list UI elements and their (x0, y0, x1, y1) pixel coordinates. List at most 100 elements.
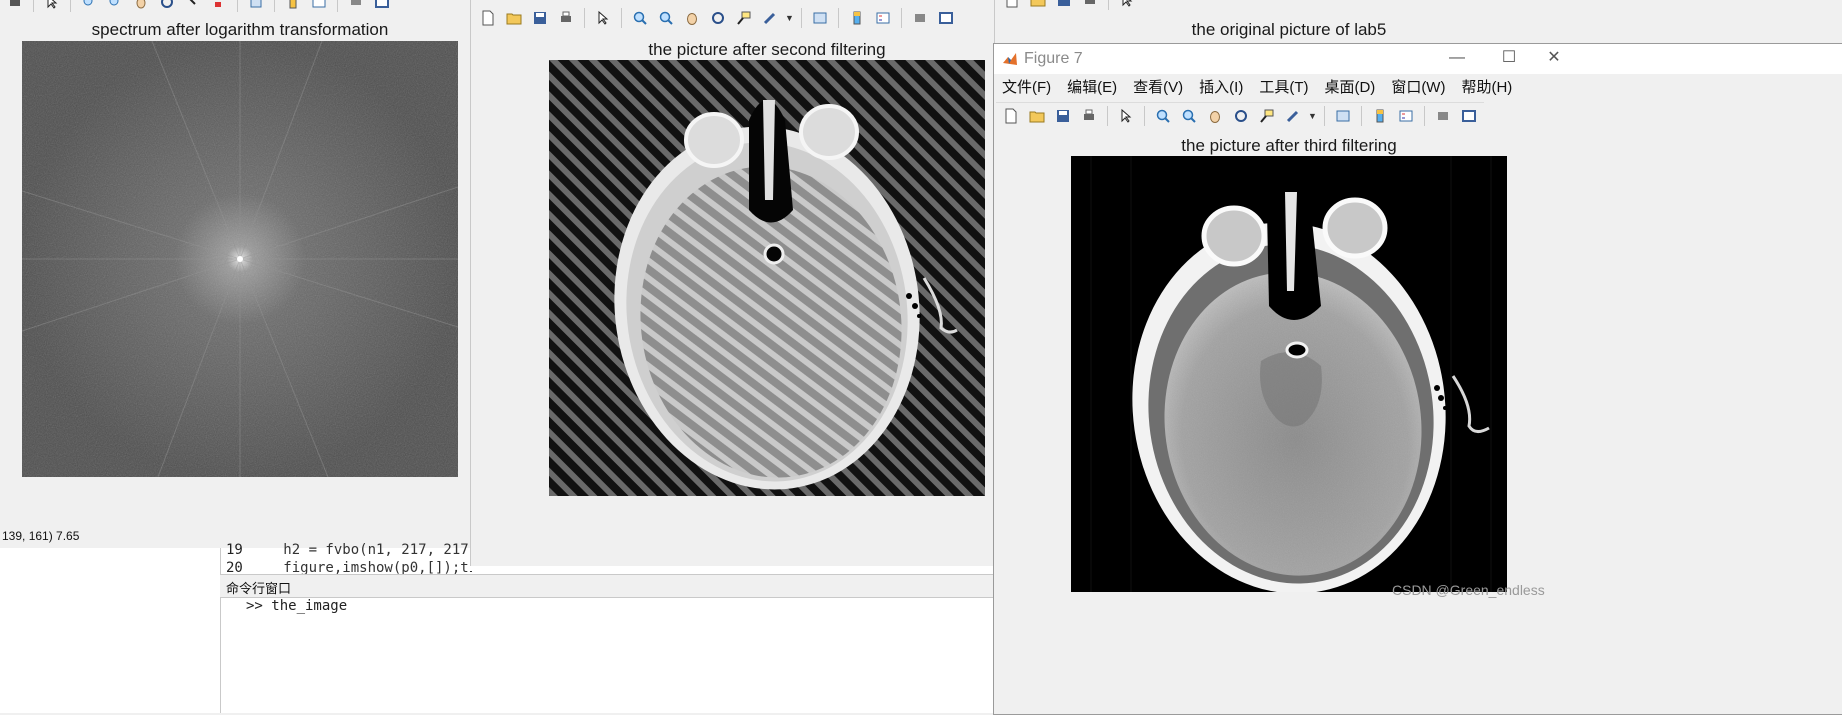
save-icon[interactable] (529, 7, 551, 29)
data-cursor-icon[interactable] (1256, 105, 1278, 127)
data-cursor-icon[interactable] (182, 0, 204, 13)
toolbar-separator (1107, 106, 1108, 126)
brush-icon[interactable] (759, 7, 781, 29)
figure-back-window: the original picture of lab5 (994, 0, 1842, 44)
code-text: h2 = fvbo(n1, 217, 217, 297 (283, 542, 472, 558)
hide-plot-tools-icon[interactable] (909, 7, 931, 29)
pan-hand-icon[interactable] (681, 7, 703, 29)
figure-middle-toolbar: ▼ (473, 6, 961, 30)
new-file-icon[interactable] (1000, 105, 1022, 127)
line-number: 19 (226, 542, 243, 558)
menu-insert[interactable]: 插入(I) (1191, 75, 1251, 101)
toolbar-separator (621, 8, 622, 28)
editor-line-19[interactable]: 19 h2 = fvbo(n1, 217, 217, 297 (222, 542, 472, 560)
toolbar-separator (1360, 106, 1362, 126)
show-plot-tools-icon[interactable] (935, 7, 957, 29)
colorbar-icon[interactable] (282, 0, 304, 13)
menu-desktop[interactable]: 桌面(D) (1316, 75, 1383, 101)
toolbar-separator (1108, 0, 1109, 10)
hide-plot-tools-icon[interactable] (345, 0, 367, 13)
print-icon[interactable] (4, 0, 26, 13)
close-button[interactable]: ✕ (1539, 48, 1569, 68)
menu-tools[interactable]: 工具(T) (1251, 75, 1316, 101)
zoom-in-icon[interactable] (1152, 105, 1174, 127)
menu-view[interactable]: 查看(V) (1125, 75, 1191, 101)
figure-7-titlebar[interactable]: Figure 7 — ☐ ✕ (994, 44, 1842, 74)
zoom-out-icon[interactable] (1178, 105, 1200, 127)
menu-file[interactable]: 文件(F) (994, 75, 1059, 101)
toolbar-separator (237, 0, 238, 12)
print-icon[interactable] (1078, 105, 1100, 127)
hide-plot-tools-icon[interactable] (1432, 105, 1454, 127)
figure-left-toolbar (0, 0, 397, 12)
link-plot-icon[interactable] (245, 0, 267, 13)
save-icon[interactable] (1053, 0, 1075, 11)
toolbar-separator (337, 0, 338, 12)
figure-7-toolbar: ▼ (996, 102, 1484, 129)
toolbar-separator (274, 0, 275, 12)
brush-icon[interactable] (1282, 105, 1304, 127)
toolbar-separator (837, 8, 839, 28)
maximize-button[interactable]: ☐ (1494, 48, 1524, 68)
menu-help[interactable]: 帮助(H) (1453, 75, 1520, 101)
colorbar-icon[interactable] (1369, 105, 1391, 127)
show-plot-tools-icon[interactable] (1458, 105, 1480, 127)
matlab-editor-panel: 19 h2 = fvbo(n1, 217, 217, 297 20 figure… (0, 542, 994, 713)
command-prompt-line[interactable]: >> the_image (246, 598, 347, 614)
colorbar-icon[interactable] (846, 7, 868, 29)
zoom-in-icon[interactable] (78, 0, 100, 13)
spectrum-image[interactable] (22, 41, 458, 477)
zoom-in-icon[interactable] (629, 7, 651, 29)
pointer-icon[interactable] (592, 7, 614, 29)
zoom-out-icon[interactable] (104, 0, 126, 13)
pointer-icon[interactable] (1116, 0, 1138, 11)
menu-window[interactable]: 窗口(W) (1383, 75, 1453, 101)
legend-icon[interactable] (872, 7, 894, 29)
rotate-3d-icon[interactable] (1230, 105, 1252, 127)
toolbar-separator (33, 0, 34, 12)
data-cursor-icon[interactable] (733, 7, 755, 29)
pan-hand-icon[interactable] (1204, 105, 1226, 127)
link-plot-icon[interactable] (1332, 105, 1354, 127)
pointer-icon[interactable] (41, 0, 63, 13)
command-window-header: 命令行窗口 (220, 574, 994, 598)
save-icon[interactable] (1052, 105, 1074, 127)
original-plot-title: the original picture of lab5 (1191, 20, 1387, 39)
open-folder-icon[interactable] (1027, 0, 1049, 11)
print-icon[interactable] (1079, 0, 1101, 11)
pixel-info-status: 139, 161) 7.65 (2, 529, 80, 543)
pointer-icon[interactable] (1115, 105, 1137, 127)
file-browser-pane (0, 548, 221, 713)
show-plot-tools-icon[interactable] (371, 0, 393, 13)
rotate-3d-icon[interactable] (156, 0, 178, 13)
second-filter-plot-title: the picture after second filtering (648, 40, 886, 59)
open-folder-icon[interactable] (1026, 105, 1048, 127)
print-icon[interactable] (555, 7, 577, 29)
zoom-out-icon[interactable] (655, 7, 677, 29)
brush-dropdown-icon[interactable]: ▼ (1308, 111, 1317, 121)
toolbar-separator (1423, 106, 1425, 126)
menu-edit[interactable]: 编辑(E) (1059, 75, 1125, 101)
toolbar-separator (1323, 106, 1325, 126)
pan-hand-icon[interactable] (130, 0, 152, 13)
brush-icon[interactable] (208, 0, 230, 13)
toolbar-separator (900, 8, 902, 28)
toolbar-separator (800, 8, 802, 28)
figure-back-toolbar (997, 0, 1142, 10)
minimize-button[interactable]: — (1442, 48, 1472, 68)
second-filter-image[interactable] (549, 60, 985, 496)
brush-dropdown-icon[interactable]: ▼ (785, 13, 794, 23)
matlab-logo-icon (1002, 51, 1018, 72)
link-plot-icon[interactable] (809, 7, 831, 29)
figure-7-window: Figure 7 — ☐ ✕ 文件(F) 编辑(E) 查看(V) 插入(I) 工… (993, 43, 1842, 715)
new-file-icon[interactable] (1001, 0, 1023, 11)
legend-icon[interactable] (308, 0, 330, 13)
toolbar-separator (584, 8, 585, 28)
csdn-watermark: CSDN @Green_endless (1392, 582, 1545, 598)
figure-middle-window: ▼ the picture after second filtering (470, 0, 996, 566)
third-filter-image[interactable] (1071, 156, 1507, 592)
open-folder-icon[interactable] (503, 7, 525, 29)
rotate-3d-icon[interactable] (707, 7, 729, 29)
new-file-icon[interactable] (477, 7, 499, 29)
legend-icon[interactable] (1395, 105, 1417, 127)
